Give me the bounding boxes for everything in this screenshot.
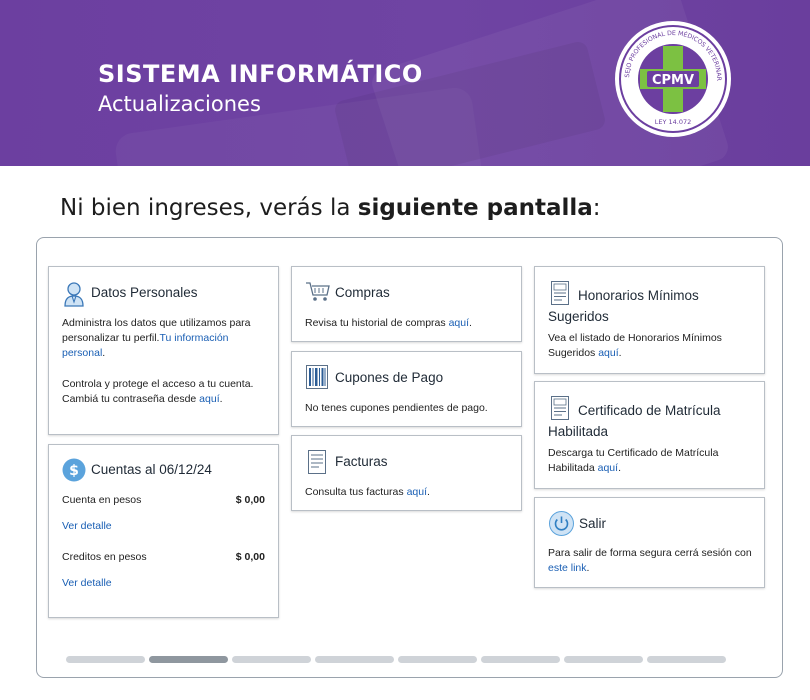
card-title: Honorarios Mínimos Sugeridos [548,288,699,324]
cuenta-pesos-value: $ 0,00 [235,494,265,506]
card-body: Controla y protege el acceso a tu cuenta… [62,377,267,407]
card-title: Cuentas al 06/12/24 [91,462,212,477]
cuenta-pesos-label: Cuenta en pesos [62,494,142,506]
compras-link[interactable]: aquí [449,317,469,329]
datos-password-link[interactable]: aquí [199,393,219,405]
page-dot[interactable] [232,656,311,663]
intro-suffix: : [592,195,601,221]
honorarios-text-end: . [618,347,622,359]
card-title: Salir [579,516,607,531]
invoice-icon [308,450,326,474]
card-compras: Compras Revisa tu historial de compras a… [291,266,522,342]
header-title: SISTEMA INFORMÁTICO [98,60,423,88]
card-body: Para salir de forma segura cerrá sesión … [548,546,758,576]
compras-text-end: . [469,317,472,329]
card-honorarios: Honorarios Mínimos Sugeridos Vea el list… [534,266,765,374]
cuenta-pesos-detail-link[interactable]: Ver detalle [62,519,112,534]
intro-text: Ni bien ingreses, verás la siguiente pan… [60,195,601,221]
facturas-link[interactable]: aquí [407,486,427,498]
salir-text-end: . [586,562,590,574]
facturas-text: Consulta tus facturas [305,486,407,498]
card-body: Descarga tu Certificado de Matrícula Hab… [548,446,753,476]
pagination-indicator [66,656,726,663]
page-dot-active[interactable] [149,656,228,663]
cart-icon [305,281,331,303]
page-dot[interactable] [647,656,726,663]
page-dot[interactable] [481,656,560,663]
card-body: Vea el listado de Honorarios Mínimos Sug… [548,331,753,361]
honorarios-text: Vea el listado de Honorarios Mínimos Sug… [548,332,722,359]
certificado-text: Descarga tu Certificado de Matrícula Hab… [548,447,719,474]
creditos-pesos-detail-link[interactable]: Ver detalle [62,576,112,591]
card-body: Revisa tu historial de compras aquí. [305,316,472,331]
card-title: Facturas [335,454,388,469]
card-facturas: Facturas Consulta tus facturas aquí. [291,435,522,511]
page-dot[interactable] [398,656,477,663]
compras-text: Revisa tu historial de compras [305,317,449,329]
creditos-pesos-value: $ 0,00 [235,551,265,563]
datos-text-1-end: . [102,347,106,359]
creditos-pesos-label: Creditos en pesos [62,551,147,563]
user-icon [63,281,85,307]
cpmv-logo: CPMV CONSEJO PROFESIONAL DE MÉDICOS VETE… [614,20,732,138]
card-cupones: Cupones de Pago No tenes cupones pendien… [291,351,522,427]
page-dot[interactable] [564,656,643,663]
datos-text-2-end: . [219,393,223,405]
salir-logout-link[interactable]: este link [548,562,587,574]
dollar-icon: $ [62,458,86,482]
card-body: Administra los datos que utilizamos para… [62,316,267,361]
header-subtitle: Actualizaciones [98,92,261,116]
intro-prefix: Ni bien ingreses, verás la [60,195,358,221]
card-cuentas: $ Cuentas al 06/12/24 Cuenta en pesos $ … [48,444,279,618]
datos-text-2: Controla y protege el acceso a tu cuenta… [62,378,254,405]
card-title: Compras [335,285,390,300]
card-salir: Salir Para salir de forma segura cerrá s… [534,497,765,588]
cupones-text: No tenes cupones pendientes de pago. [305,402,488,414]
card-datos-personales: Datos Personales Administra los datos qu… [48,266,279,435]
card-title: Cupones de Pago [335,370,444,385]
intro-bold: siguiente pantalla [357,195,593,221]
page-dot[interactable] [315,656,394,663]
certificado-text-end: . [618,462,621,474]
header-banner: SISTEMA INFORMÁTICO Actualizaciones CPMV… [0,0,810,166]
card-certificado: Certificado de Matrícula Habilitada Desc… [534,381,765,489]
logo-center-text: CPMV [652,73,694,88]
logo-law-text: LEY 14.072 [655,118,692,126]
svg-text:$: $ [69,463,79,479]
honorarios-link[interactable]: aquí [598,347,618,359]
certificado-link[interactable]: aquí [598,462,618,474]
salir-text: Para salir de forma segura cerrá sesión … [548,547,752,559]
card-title: Datos Personales [91,285,198,300]
facturas-text-end: . [427,486,430,498]
card-body: Consulta tus facturas aquí. [305,485,430,500]
barcode-icon [306,365,328,389]
power-icon[interactable] [549,511,574,536]
page-dot[interactable] [66,656,145,663]
card-title: Certificado de Matrícula Habilitada [548,403,721,439]
